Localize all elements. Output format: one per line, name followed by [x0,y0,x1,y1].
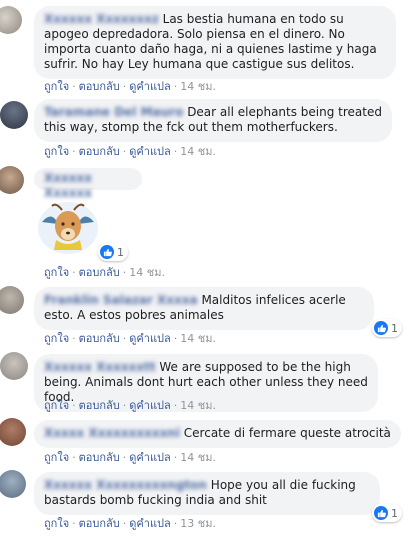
reaction-count-label: 1 [117,245,124,259]
translate-link[interactable]: ดูคำแปล [129,332,171,345]
comment-bubble: Franklin Salazar Xxxxa Malditos infelice… [34,287,374,330]
comment-bubble: Xxxxxx Xxxxxx [34,168,142,200]
commenter-name[interactable]: Franklin Salazar Xxxxa [44,293,198,307]
reply-link[interactable]: ตอบกลับ [79,80,120,93]
comment-time[interactable]: 14 ชม. [180,451,216,464]
comment-time[interactable]: 13 ชม. [180,517,216,530]
deer-sticker-icon[interactable] [36,192,100,256]
reply-link[interactable]: ตอบกลับ [79,145,120,158]
reaction-count[interactable]: 1 [372,319,402,337]
comment-time[interactable]: 14 ชม. [180,332,216,345]
avatar[interactable] [0,101,28,129]
comment-time[interactable]: 14 ชม. [180,145,216,158]
commenter-name[interactable]: Xxxxxx Xxxxxxxxxngton [44,478,207,492]
avatar[interactable] [0,166,24,194]
reply-link[interactable]: ตอบกลับ [79,399,120,412]
comment-actions: ถูกใจ · ตอบกลับ · ดูคำแปล · 14 ชม. [44,80,216,93]
comment-time[interactable]: 14 ชม. [180,80,216,93]
reply-link[interactable]: ตอบกลับ [79,266,120,279]
commenter-name[interactable]: Taramane Del Mauro [44,105,183,119]
commenter-name[interactable]: Xxxxx Xxxxxxxxxxni [44,426,180,440]
like-link[interactable]: ถูกใจ [44,399,69,412]
translate-link[interactable]: ดูคำแปล [129,399,171,412]
comment-text: Cercate di fermare queste atrocità [183,426,391,440]
reaction-count[interactable]: 1 [98,243,128,261]
comment-actions: ถูกใจ · ตอบกลับ · ดูคำแปล · 14 ชม. [44,399,216,412]
translate-link[interactable]: ดูคำแปล [129,80,171,93]
comment-actions: ถูกใจ · ตอบกลับ · ดูคำแปล · 14 ชม. [44,451,216,464]
like-link[interactable]: ถูกใจ [44,145,69,158]
like-reaction-icon [374,321,388,335]
translate-link[interactable]: ดูคำแปล [129,145,171,158]
comment-time[interactable]: 14 ชม. [180,399,216,412]
avatar[interactable] [0,352,28,380]
reply-link[interactable]: ตอบกลับ [79,451,120,464]
like-reaction-icon [100,245,114,259]
commenter-name[interactable]: Xxxxxx Xxxxxxtt [44,360,156,374]
comment-bubble: Xxxxxx Xxxxxxxxxngton Hope you all die f… [34,472,380,515]
like-reaction-icon [374,506,388,520]
like-link[interactable]: ถูกใจ [44,451,69,464]
commenter-name[interactable]: Xxxxxx Xxxxxxxz [44,12,159,26]
avatar[interactable] [0,470,26,498]
reaction-count-label: 1 [391,506,398,520]
like-link[interactable]: ถูกใจ [44,332,69,345]
reaction-count[interactable]: 1 [372,504,402,522]
comment-actions: ถูกใจ · ตอบกลับ · ดูคำแปล · 14 ชม. [44,145,216,158]
translate-link[interactable]: ดูคำแปล [129,517,171,530]
comment-actions: ถูกใจ · ตอบกลับ · ดูคำแปล · 13 ชม. [44,517,216,530]
like-link[interactable]: ถูกใจ [44,80,69,93]
reaction-count-label: 1 [391,321,398,335]
translate-link[interactable]: ดูคำแปล [129,451,171,464]
comment-bubble: Xxxxx Xxxxxxxxxxni Cercate di fermare qu… [34,420,401,448]
avatar[interactable] [0,418,26,446]
like-link[interactable]: ถูกใจ [44,266,69,279]
reply-link[interactable]: ตอบกลับ [79,332,120,345]
comment-actions: ถูกใจ · ตอบกลับ · 14 ชม. [44,266,165,279]
comment-actions: ถูกใจ · ตอบกลับ · ดูคำแปล · 14 ชม. [44,332,216,345]
avatar[interactable] [0,286,24,314]
comment-bubble: Taramane Del Mauro Dear all elephants be… [34,99,392,142]
avatar[interactable] [0,6,22,34]
like-link[interactable]: ถูกใจ [44,517,69,530]
reply-link[interactable]: ตอบกลับ [79,517,120,530]
comment-time[interactable]: 14 ชม. [129,266,165,279]
comment-bubble: Xxxxxx Xxxxxxxz Las bestia humana en tod… [34,6,396,79]
